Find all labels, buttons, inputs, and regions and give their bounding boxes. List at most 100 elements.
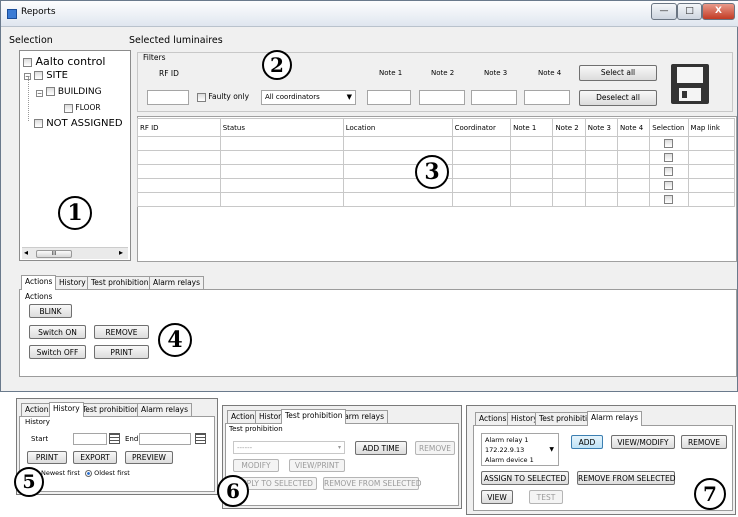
oldest-first-radio[interactable]: Oldest first — [85, 469, 130, 477]
row-selection-checkbox[interactable] — [664, 195, 674, 204]
view-print-button[interactable]: VIEW/PRINT — [289, 459, 345, 472]
prohibition-remove-button[interactable]: REMOVE — [415, 441, 455, 455]
history-print-button[interactable]: PRINT — [27, 451, 67, 464]
calendar-icon[interactable] — [109, 433, 120, 444]
faulty-only-checkbox[interactable]: Faulty only — [197, 92, 249, 102]
table-cell — [137, 136, 221, 151]
select-all-button[interactable]: Select all — [579, 65, 657, 81]
switch-off-button[interactable]: Switch OFF — [29, 345, 86, 359]
remove-button[interactable]: REMOVE — [94, 325, 149, 339]
tab-test-prohibition[interactable]: Test prohibition — [281, 409, 347, 424]
note1-input[interactable] — [367, 90, 411, 105]
tree-item-floor[interactable]: FLOOR — [64, 103, 101, 113]
add-relay-button[interactable]: ADD — [571, 435, 603, 449]
checkbox[interactable] — [34, 70, 43, 80]
export-button[interactable]: EXPORT — [73, 451, 117, 464]
add-time-button[interactable]: ADD TIME — [355, 441, 407, 455]
close-button[interactable]: X — [702, 3, 735, 20]
view-modify-button[interactable]: VIEW/MODIFY — [611, 435, 675, 449]
tab-actions[interactable]: Actions — [21, 275, 57, 290]
modify-button[interactable]: MODIFY — [233, 459, 279, 472]
tree-item-aalto-control[interactable]: Aalto control — [23, 55, 106, 68]
col-note1[interactable]: Note 1 — [510, 118, 554, 137]
checkbox[interactable] — [46, 87, 55, 96]
maximize-button[interactable]: □ — [677, 3, 702, 20]
table-cell — [584, 178, 618, 193]
scroll-right-icon[interactable]: ▸ — [119, 248, 123, 257]
tree-item-site[interactable]: SITE — [34, 70, 68, 81]
table-cell — [584, 136, 618, 151]
tab-history[interactable]: History — [49, 402, 84, 417]
table-cell — [219, 178, 344, 193]
history-group-label: History — [25, 418, 50, 426]
radio-selected-icon[interactable] — [85, 469, 92, 477]
minimize-button[interactable]: — — [651, 3, 677, 20]
table-row[interactable] — [137, 192, 736, 207]
col-selection[interactable]: Selection — [649, 118, 689, 137]
horizontal-scrollbar[interactable]: ◂ III ▸ — [22, 247, 128, 259]
note2-input[interactable] — [419, 90, 465, 105]
preview-button[interactable]: PREVIEW — [125, 451, 173, 464]
table-cell — [451, 150, 512, 165]
deselect-all-button[interactable]: Deselect all — [579, 90, 657, 106]
col-coordinator[interactable]: Coordinator — [451, 118, 512, 137]
tab-test-prohibition[interactable]: Test prohibition — [78, 403, 144, 417]
table-cell — [219, 164, 344, 179]
relay-ip: 172.22.9.13 — [485, 446, 525, 454]
alarm-relay-select[interactable]: Alarm relay 1 172.22.9.13 Alarm device 1… — [481, 433, 559, 466]
table-cell — [137, 150, 221, 165]
newest-first-radio[interactable]: Newest first — [41, 469, 80, 477]
tab-alarm-relays[interactable]: Alarm relays — [149, 276, 205, 290]
blink-button[interactable]: BLINK — [29, 304, 72, 318]
tab-alarm-relays[interactable]: Alarm relays — [137, 403, 193, 417]
start-date-input[interactable] — [73, 433, 107, 445]
tab-test-prohibition[interactable]: Test prohibition — [87, 276, 153, 290]
prohibition-select[interactable]: ------ ▾ — [233, 441, 345, 454]
switch-on-button[interactable]: Switch ON — [29, 325, 86, 339]
checkbox[interactable] — [197, 92, 206, 102]
table-cell — [616, 136, 651, 151]
col-note3[interactable]: Note 3 — [584, 118, 618, 137]
coordinator-select[interactable]: All coordinators ▼ — [261, 90, 356, 105]
note3-input[interactable] — [471, 90, 517, 105]
row-selection-checkbox[interactable] — [664, 139, 674, 148]
row-selection-checkbox[interactable] — [664, 181, 674, 190]
tab-alarm-relays[interactable]: Alarm relays — [587, 411, 643, 426]
col-map-link[interactable]: Map link — [687, 118, 736, 137]
print-button[interactable]: PRINT — [94, 345, 149, 359]
tree-label: Aalto control — [35, 55, 106, 68]
table-cell — [552, 136, 586, 151]
col-note4[interactable]: Note 4 — [616, 118, 651, 137]
table-row[interactable] — [137, 136, 736, 151]
calendar-icon[interactable] — [195, 433, 206, 444]
tree-item-not-assigned[interactable]: NOT ASSIGNED — [34, 118, 123, 129]
tab-actions[interactable]: Actions — [475, 412, 511, 426]
checkbox[interactable] — [34, 118, 43, 128]
row-selection-checkbox[interactable] — [664, 153, 674, 162]
assign-to-selected-button[interactable]: ASSIGN TO SELECTED — [481, 471, 569, 485]
note4-input[interactable] — [524, 90, 570, 105]
view-relay-button[interactable]: VIEW — [481, 490, 513, 504]
col-rf-id[interactable]: RF ID — [137, 118, 221, 137]
row-selection-checkbox[interactable] — [664, 167, 674, 176]
end-date-input[interactable] — [139, 433, 191, 445]
scroll-left-icon[interactable]: ◂ — [24, 248, 28, 257]
checkbox[interactable] — [64, 103, 73, 113]
tree-item-building[interactable]: BUILDING — [46, 87, 102, 97]
table-cell — [616, 164, 651, 179]
table-cell — [687, 192, 736, 207]
table-cell — [687, 164, 736, 179]
floppy-disk-icon[interactable] — [671, 64, 709, 104]
tab-history[interactable]: History — [55, 276, 90, 290]
expander-icon[interactable]: − — [36, 90, 43, 97]
test-relay-button[interactable]: TEST — [529, 490, 563, 504]
rf-id-input[interactable] — [147, 90, 189, 105]
col-status[interactable]: Status — [219, 118, 344, 137]
relay-remove-from-selected-button[interactable]: REMOVE FROM SELECTED — [577, 471, 675, 485]
col-note2[interactable]: Note 2 — [552, 118, 586, 137]
checkbox[interactable] — [23, 57, 32, 67]
remove-from-selected-button[interactable]: REMOVE FROM SELECTED — [323, 477, 421, 490]
relay-remove-button[interactable]: REMOVE — [681, 435, 727, 449]
col-location[interactable]: Location — [342, 118, 453, 137]
scroll-thumb[interactable]: III — [36, 250, 72, 258]
